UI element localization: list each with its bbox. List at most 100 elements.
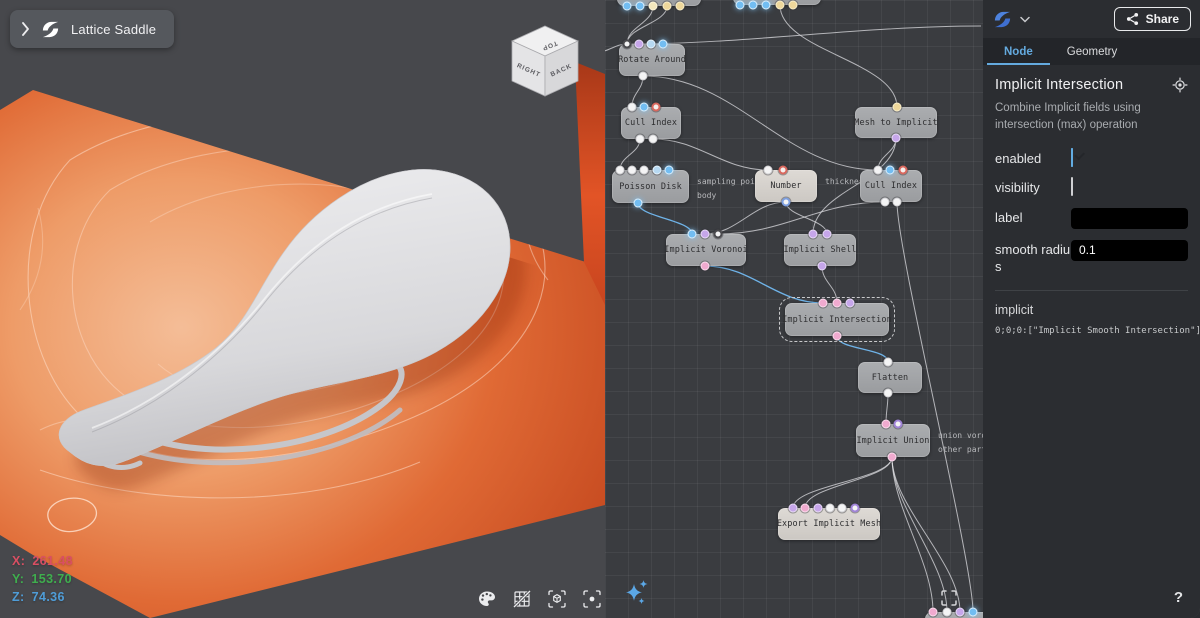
node-port-purple[interactable] bbox=[823, 230, 832, 239]
node-mesh-to-implicit[interactable]: Mesh to Implicit bbox=[855, 107, 937, 138]
node-port-purple[interactable] bbox=[892, 134, 901, 143]
node-port-white[interactable] bbox=[649, 135, 658, 144]
node-port-white[interactable] bbox=[764, 166, 773, 175]
node-port-purple-ring[interactable] bbox=[851, 504, 860, 513]
node-port-pink[interactable] bbox=[833, 299, 842, 308]
node-port-pink[interactable] bbox=[701, 262, 710, 271]
node-port-purple-ring[interactable] bbox=[894, 420, 903, 429]
tab-geometry[interactable]: Geometry bbox=[1050, 38, 1135, 65]
node-port-pink[interactable] bbox=[819, 299, 828, 308]
node-port-purple[interactable] bbox=[846, 299, 855, 308]
focus-button[interactable] bbox=[579, 586, 605, 612]
node-port-blue-light[interactable] bbox=[653, 166, 662, 175]
tab-node[interactable]: Node bbox=[987, 38, 1050, 65]
palette-button[interactable] bbox=[474, 586, 500, 612]
node-port-yellow[interactable] bbox=[789, 1, 798, 10]
node-implicit-intersection[interactable]: Implicit Intersection bbox=[785, 303, 889, 336]
share-button[interactable]: Share bbox=[1114, 7, 1191, 31]
node-port-white[interactable] bbox=[628, 166, 637, 175]
node-poisson-disk[interactable]: Poisson Disk bbox=[612, 170, 689, 203]
node-port-blue[interactable] bbox=[688, 230, 697, 239]
node-port-blue-ring[interactable] bbox=[782, 198, 791, 207]
scene-canvas[interactable]: TOP RIGHT BACK bbox=[0, 0, 605, 618]
node-port-pink[interactable] bbox=[801, 504, 810, 513]
node-port-white[interactable] bbox=[628, 103, 637, 112]
node-port-purple[interactable] bbox=[818, 262, 827, 271]
label-input[interactable] bbox=[1071, 208, 1188, 229]
node-port-pink[interactable] bbox=[929, 608, 938, 617]
node-port-blue[interactable] bbox=[636, 2, 645, 11]
node-port-yellow[interactable] bbox=[776, 1, 785, 10]
ai-assistant-button[interactable] bbox=[621, 578, 657, 613]
node-port-yellow[interactable] bbox=[676, 2, 685, 11]
node-port-red-ring[interactable] bbox=[652, 103, 661, 112]
node-port-white[interactable] bbox=[884, 389, 893, 398]
node-port-blue[interactable] bbox=[665, 166, 674, 175]
node-rotate-around[interactable]: Rotate Around bbox=[619, 44, 685, 76]
grid-toggle-button[interactable] bbox=[509, 586, 535, 612]
node-export-implicit-mesh[interactable]: Export Implicit Mesh bbox=[778, 508, 880, 540]
node-number[interactable]: Number bbox=[755, 170, 817, 202]
node-implicit-shell[interactable]: Implicit Shell bbox=[784, 234, 856, 266]
app-logo-icon[interactable] bbox=[992, 9, 1013, 30]
node-collection-a[interactable] bbox=[617, 0, 701, 6]
node-port-white-dark[interactable] bbox=[714, 230, 723, 239]
node-port-white[interactable] bbox=[639, 72, 648, 81]
node-cull-index-1[interactable]: Cull Index bbox=[621, 107, 681, 139]
node-port-blue[interactable] bbox=[736, 1, 745, 10]
node-port-purple[interactable] bbox=[809, 230, 818, 239]
smooth-radius-input[interactable] bbox=[1071, 240, 1188, 261]
node-port-pink[interactable] bbox=[888, 453, 897, 462]
view-cube[interactable]: TOP RIGHT BACK bbox=[512, 26, 578, 96]
node-port-pink[interactable] bbox=[882, 420, 891, 429]
editor-fullscreen-button[interactable] bbox=[941, 590, 957, 609]
node-port-purple[interactable] bbox=[635, 40, 644, 49]
node-port-blue[interactable] bbox=[886, 166, 895, 175]
logo-dropdown-chevron-icon[interactable] bbox=[1020, 16, 1030, 23]
node-port-blue[interactable] bbox=[749, 1, 758, 10]
node-collection-c[interactable] bbox=[925, 612, 983, 618]
node-port-white[interactable] bbox=[893, 198, 902, 207]
node-collection-b[interactable] bbox=[733, 0, 821, 5]
node-port-white[interactable] bbox=[838, 504, 847, 513]
node-flatten[interactable]: Flatten bbox=[858, 362, 922, 393]
node-port-red-ring[interactable] bbox=[779, 166, 788, 175]
share-label: Share bbox=[1146, 12, 1179, 26]
node-port-yellow[interactable] bbox=[893, 103, 902, 112]
node-port-purple[interactable] bbox=[701, 230, 710, 239]
frame-object-button[interactable] bbox=[544, 586, 570, 612]
node-port-white[interactable] bbox=[874, 166, 883, 175]
help-button[interactable]: ? bbox=[1174, 589, 1183, 606]
node-port-yellow[interactable] bbox=[663, 2, 672, 11]
node-port-red-ring[interactable] bbox=[899, 166, 908, 175]
node-graph[interactable]: Rotate AroundCull IndexPoisson Disksampl… bbox=[605, 0, 983, 618]
node-port-blue[interactable] bbox=[659, 40, 668, 49]
node-port-white[interactable] bbox=[881, 198, 890, 207]
node-port-blue[interactable] bbox=[623, 2, 632, 11]
node-port-blue[interactable] bbox=[969, 608, 978, 617]
node-port-white[interactable] bbox=[826, 504, 835, 513]
node-port-blue[interactable] bbox=[640, 103, 649, 112]
node-port-white-dark[interactable] bbox=[623, 40, 632, 49]
node-port-white[interactable] bbox=[640, 166, 649, 175]
node-port-white[interactable] bbox=[616, 166, 625, 175]
node-port-white[interactable] bbox=[636, 135, 645, 144]
node-port-blue[interactable] bbox=[762, 1, 771, 10]
node-port-blue-light[interactable] bbox=[647, 40, 656, 49]
enabled-checkbox[interactable] bbox=[1071, 148, 1073, 167]
field-row-visibility: visibility bbox=[995, 178, 1188, 197]
visibility-checkbox[interactable] bbox=[1071, 177, 1073, 196]
node-port-purple[interactable] bbox=[789, 504, 798, 513]
wire bbox=[627, 6, 667, 44]
node-port-white[interactable] bbox=[884, 358, 893, 367]
viewport-3d[interactable]: TOP RIGHT BACK Lattice Saddle X:261.48 Y… bbox=[0, 0, 605, 618]
locate-node-button[interactable] bbox=[1172, 77, 1188, 93]
project-pill[interactable]: Lattice Saddle bbox=[10, 10, 174, 48]
node-implicit-union[interactable]: Implicit Union bbox=[856, 424, 930, 457]
node-port-blue[interactable] bbox=[634, 199, 643, 208]
node-port-purple[interactable] bbox=[814, 504, 823, 513]
node-port-pink[interactable] bbox=[833, 332, 842, 341]
node-port-yellow-light[interactable] bbox=[649, 2, 658, 11]
node-implicit-voronoi[interactable]: Implicit Voronoi bbox=[666, 234, 746, 266]
node-cull-index-2[interactable]: Cull Index bbox=[860, 170, 922, 202]
